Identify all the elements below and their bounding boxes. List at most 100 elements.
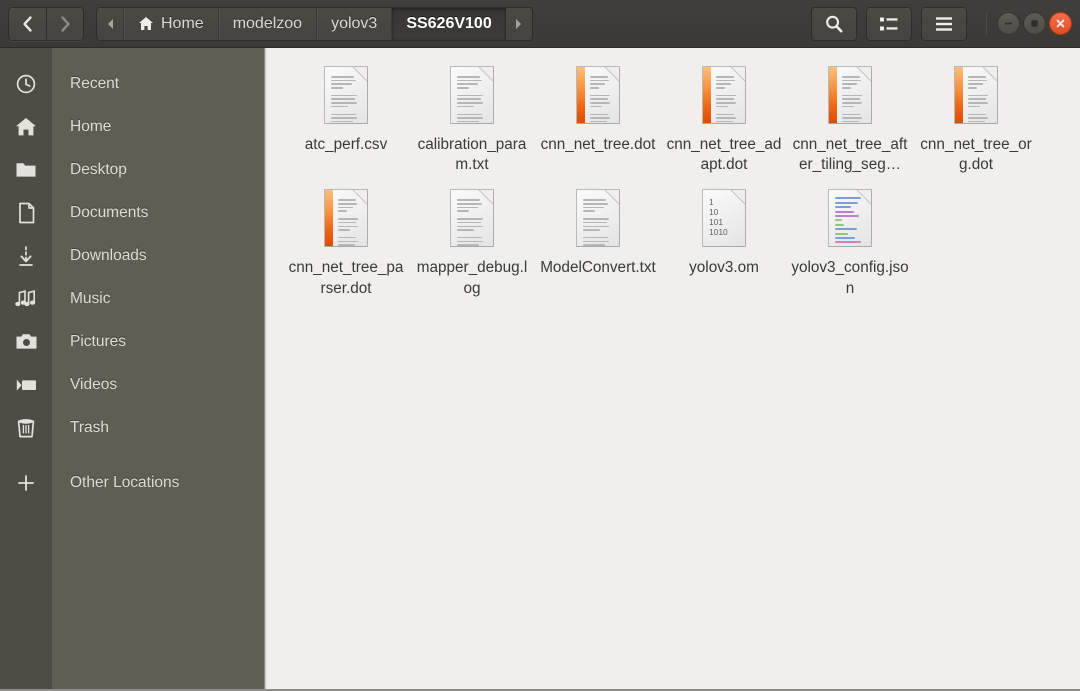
file-name-label: mapper_debug.log [416, 259, 528, 297]
document-icon [950, 66, 1002, 128]
download-icon [19, 245, 33, 266]
folder-icon [16, 163, 36, 177]
file-item[interactable]: cnn_net_tree_org.dot [913, 62, 1039, 185]
file-manager-window: Home modelzoo yolov3 SS626V100 Recent Ho… [0, 0, 1080, 691]
view-toggle-button[interactable] [866, 6, 912, 41]
file-item[interactable]: yolov3_config.json [787, 185, 913, 308]
search-button[interactable] [811, 6, 857, 41]
breadcrumb-scroll-right[interactable] [505, 7, 532, 40]
sidebar-item-recent-icon[interactable] [0, 62, 52, 105]
navigation-button-group [8, 6, 84, 41]
document-icon [824, 66, 876, 128]
breadcrumb: Home modelzoo yolov3 SS626V100 [96, 6, 533, 41]
file-item[interactable]: cnn_net_tree_adapt.dot [661, 62, 787, 185]
breadcrumb-item-ss626v100[interactable]: SS626V100 [391, 7, 506, 40]
breadcrumb-item-yolov3[interactable]: yolov3 [316, 7, 392, 40]
file-name-label: cnn_net_tree_parser.dot [288, 259, 404, 297]
file-list-view: atc_perf.csv calibration_param.txt cnn_n… [265, 48, 1080, 689]
close-icon [1056, 19, 1065, 28]
home-icon [138, 16, 154, 31]
document-icon [572, 189, 624, 251]
file-item[interactable]: calibration_param.txt [409, 62, 535, 185]
sidebar-item-label: Trash [70, 418, 110, 436]
triangle-left-icon [107, 18, 113, 29]
breadcrumb-label: Home [161, 14, 204, 32]
file-name-label: atc_perf.csv [304, 136, 388, 153]
sidebar-item-label: Home [70, 117, 112, 135]
sidebar-item-videos-icon[interactable] [0, 363, 52, 406]
chevron-left-icon [23, 15, 32, 32]
maximize-icon [1031, 20, 1038, 27]
file-name-label: yolov3_config.json [791, 259, 909, 297]
binary-file-icon: 1 10 101 1010 [698, 189, 750, 251]
file-name-label: calibration_param.txt [417, 136, 527, 174]
sidebar-item-label: Recent [70, 74, 120, 92]
file-item[interactable]: atc_perf.csv [283, 62, 409, 185]
minimize-button[interactable] [997, 12, 1020, 35]
sidebar-item-music-icon[interactable] [0, 277, 52, 320]
sidebar-item-downloads-icon[interactable] [0, 234, 52, 277]
document-icon [698, 66, 750, 128]
minimize-icon [1005, 22, 1012, 25]
clock-icon [16, 74, 36, 93]
maximize-button[interactable] [1023, 12, 1046, 35]
breadcrumb-item-modelzoo[interactable]: modelzoo [217, 7, 317, 40]
sidebar-item-pictures-icon[interactable] [0, 320, 52, 363]
header-bar: Home modelzoo yolov3 SS626V100 [0, 0, 1080, 48]
file-item[interactable]: cnn_net_tree_after_tiling_seg… [787, 62, 913, 185]
music-note-icon [14, 290, 35, 307]
sidebar-item-desktop[interactable]: Desktop [52, 148, 264, 191]
document-icon [320, 66, 372, 128]
document-icon [446, 189, 498, 251]
sidebar-item-videos[interactable]: Videos [52, 363, 264, 406]
sidebar-item-label: Videos [70, 375, 118, 393]
camera-icon [16, 334, 36, 349]
breadcrumb-item-home[interactable]: Home [123, 7, 218, 40]
breadcrumb-scroll-left[interactable] [97, 7, 123, 40]
binary-line: 10 [709, 207, 719, 218]
trash-icon [17, 418, 35, 437]
triangle-right-icon [516, 18, 522, 29]
document-icon [572, 66, 624, 128]
sidebar-item-downloads[interactable]: Downloads [52, 234, 264, 277]
sidebar-item-recent[interactable]: Recent [52, 62, 264, 105]
sidebar-item-music[interactable]: Music [52, 277, 264, 320]
file-item[interactable]: 1 10 101 1010 yolov3.om [661, 185, 787, 308]
file-name-label: yolov3.om [689, 259, 759, 277]
sidebar-item-trash[interactable]: Trash [52, 406, 264, 449]
window-body: Recent Home Desktop Documents Downloads … [0, 48, 1080, 689]
back-button[interactable] [8, 6, 46, 41]
file-name-label: cnn_net_tree_after_tiling_seg… [792, 136, 908, 174]
sidebar-item-home[interactable]: Home [52, 105, 264, 148]
list-view-icon [880, 17, 898, 30]
code-file-icon [824, 189, 876, 251]
file-name-label: cnn_net_tree_adapt.dot [666, 136, 782, 174]
file-name-label: cnn_net_tree.dot [540, 136, 656, 153]
sidebar-item-pictures[interactable]: Pictures [52, 320, 264, 363]
breadcrumb-label: SS626V100 [406, 14, 492, 32]
sidebar-item-home-icon[interactable] [0, 105, 52, 148]
sidebar-item-desktop-icon[interactable] [0, 148, 52, 191]
chevron-right-icon [60, 15, 70, 32]
close-button[interactable] [1049, 12, 1072, 35]
file-item[interactable]: cnn_net_tree_parser.dot [283, 185, 409, 308]
document-icon [446, 66, 498, 128]
document-icon [320, 189, 372, 251]
file-item[interactable]: ModelConvert.txt [535, 185, 661, 308]
video-camera-icon [16, 379, 36, 391]
sidebar-item-other-locations[interactable]: Other Locations [52, 461, 264, 504]
sidebar-item-label: Downloads [70, 246, 147, 264]
binary-line: 1010 [709, 227, 728, 238]
sidebar-item-documents-icon[interactable] [0, 191, 52, 234]
file-item[interactable]: mapper_debug.log [409, 185, 535, 308]
forward-button[interactable] [46, 6, 84, 41]
header-tools [811, 6, 1072, 41]
sidebar-item-documents[interactable]: Documents [52, 191, 264, 234]
file-item[interactable]: cnn_net_tree.dot [535, 62, 661, 185]
hamburger-menu-icon [936, 16, 952, 31]
menu-button[interactable] [921, 6, 967, 41]
sidebar-item-trash-icon[interactable] [0, 406, 52, 449]
sidebar-icon-strip [0, 48, 52, 689]
sidebar-item-other-locations-icon[interactable] [0, 461, 52, 504]
